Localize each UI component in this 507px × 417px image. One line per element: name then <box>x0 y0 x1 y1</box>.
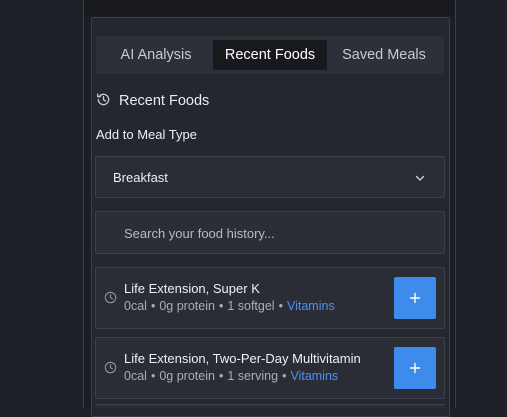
tab-bar: AI Analysis Recent Foods Saved Meals <box>96 36 444 74</box>
clock-icon <box>104 291 117 309</box>
food-calories: 0cal <box>124 369 147 383</box>
plus-icon <box>409 292 421 304</box>
separator-dot: • <box>282 369 287 383</box>
separator-dot: • <box>150 369 156 383</box>
food-meta: 0cal • 0g protein • 1 softgel • Vitamins <box>124 299 335 313</box>
section-title: Recent Foods <box>119 93 210 109</box>
food-category: Vitamins <box>290 369 339 383</box>
food-protein: 0g protein <box>159 369 215 383</box>
add-food-button[interactable] <box>394 347 436 389</box>
next-food-item-edge <box>95 404 445 408</box>
separator-dot: • <box>150 299 156 313</box>
meal-type-value: Breakfast <box>113 170 168 185</box>
tab-saved-meals[interactable]: Saved Meals <box>328 40 440 70</box>
clock-icon <box>104 361 117 379</box>
top-strip <box>84 0 455 16</box>
history-icon <box>96 92 111 111</box>
food-name: Life Extension, Super K <box>124 281 260 296</box>
plus-icon <box>409 362 421 374</box>
food-category: Vitamins <box>286 299 335 313</box>
food-history-search <box>95 211 445 254</box>
chevron-down-icon <box>414 171 426 189</box>
food-item: Life Extension, Super K 0cal • 0g protein •… <box>95 267 445 329</box>
tab-recent-foods[interactable]: Recent Foods <box>213 40 327 70</box>
tab-ai-analysis[interactable]: AI Analysis <box>100 40 212 70</box>
separator-dot: • <box>218 299 224 313</box>
separator-dot: • <box>218 369 224 383</box>
meal-type-select[interactable]: Breakfast <box>95 156 445 198</box>
food-name: Life Extension, Two-Per-Day Multivitamin <box>124 351 361 366</box>
food-calories: 0cal <box>124 299 147 313</box>
meal-type-label: Add to Meal Type <box>96 127 197 142</box>
food-serving: 1 softgel <box>227 299 275 313</box>
food-protein: 0g protein <box>159 299 215 313</box>
separator-dot: • <box>278 299 283 313</box>
food-serving: 1 serving <box>227 369 279 383</box>
search-input[interactable] <box>124 223 424 243</box>
food-item: Life Extension, Two-Per-Day Multivitamin… <box>95 337 445 399</box>
food-meta: 0cal • 0g protein • 1 serving • Vitamins <box>124 369 338 383</box>
section-header: Recent Foods <box>96 91 209 111</box>
add-food-button[interactable] <box>394 277 436 319</box>
